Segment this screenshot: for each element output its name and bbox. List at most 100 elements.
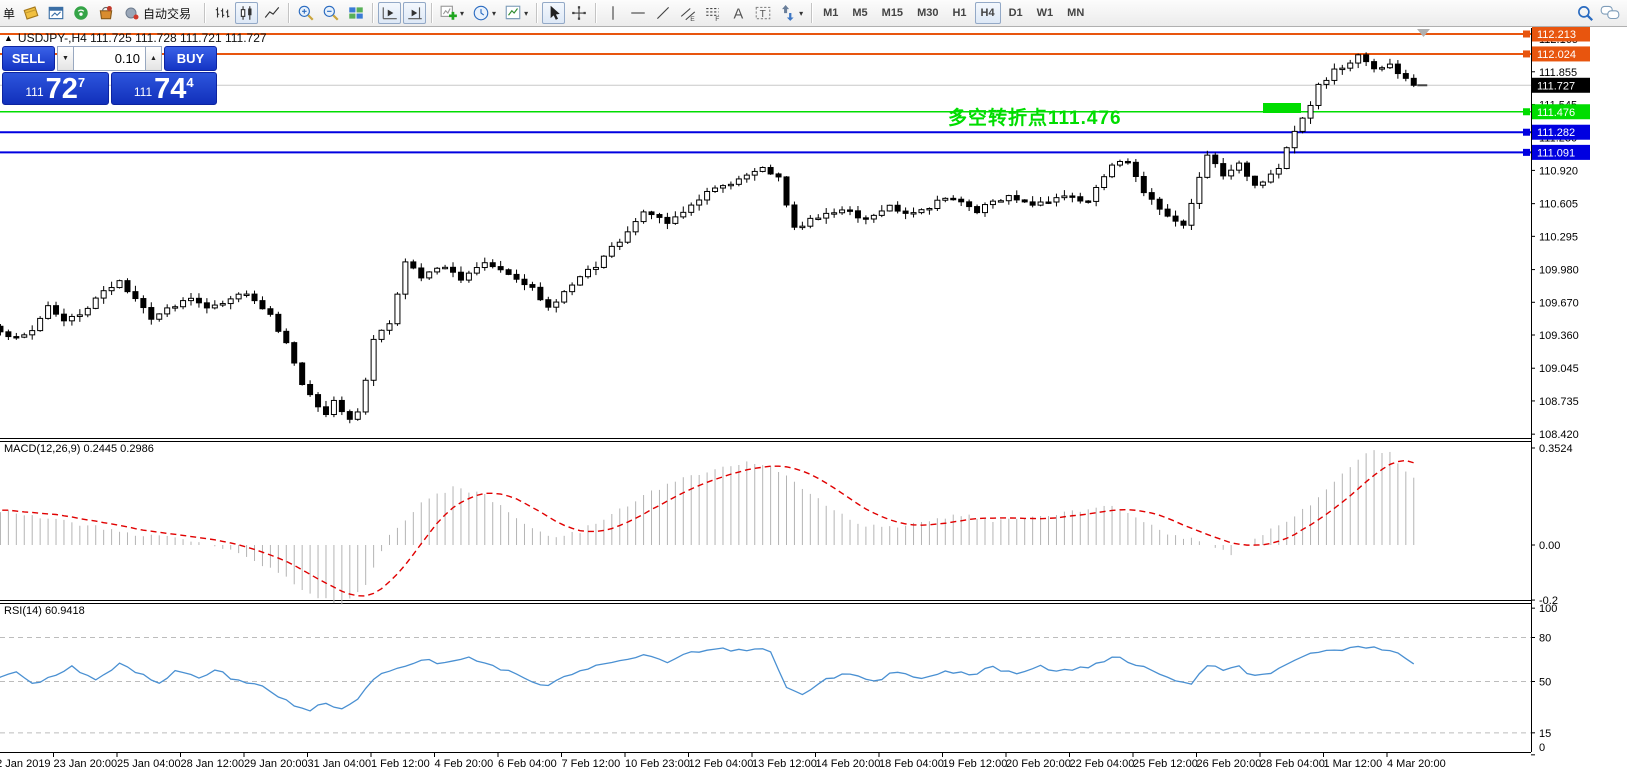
candles — [0, 52, 1416, 423]
chart-title: ▲ USDJPY-,H4 111.725 111.728 111.721 111… — [4, 31, 267, 45]
fibonacci-icon[interactable]: F — [701, 2, 724, 24]
time-axis: 22 Jan 201923 Jan 20:0025 Jan 04:0028 Ja… — [0, 752, 1446, 770]
indicators-button[interactable]: ▾ — [437, 2, 467, 24]
cursor-icon[interactable] — [542, 2, 565, 24]
arrows-button[interactable]: ▾ — [776, 2, 806, 24]
timeframe-m30-button[interactable]: M30 — [911, 2, 944, 24]
volume-increase-button[interactable]: ▲ — [145, 46, 162, 71]
macd-panel: 0.35240.00-0.2 — [0, 443, 1573, 607]
auto-trading-button[interactable]: 自动交易 — [119, 2, 199, 24]
svg-text:31 Jan 04:00: 31 Jan 04:00 — [308, 758, 372, 770]
bar-chart-icon[interactable] — [210, 2, 233, 24]
svg-text:110.295: 110.295 — [1539, 231, 1578, 243]
templates-button[interactable]: ▾ — [501, 2, 531, 24]
crosshair-icon[interactable] — [567, 2, 590, 24]
svg-text:108.420: 108.420 — [1539, 429, 1579, 441]
svg-text:100: 100 — [1539, 603, 1557, 615]
toolbar: 单 自动交易 ▾ ▾ ▾ E F A T ▾ M1M5M15M30H1H4D1W… — [0, 0, 1627, 27]
svg-text:109.360: 109.360 — [1539, 330, 1579, 342]
svg-text:E: E — [690, 16, 695, 22]
candlestick-chart-icon[interactable] — [235, 2, 258, 24]
timeframe-mn-button[interactable]: MN — [1061, 2, 1090, 24]
svg-text:111.727: 111.727 — [1537, 80, 1575, 92]
timeframe-d1-button[interactable]: D1 — [1003, 2, 1029, 24]
svg-text:108.735: 108.735 — [1539, 396, 1579, 408]
vertical-line-icon[interactable] — [601, 2, 624, 24]
chevron-down-icon: ▾ — [524, 9, 528, 18]
svg-text:25 Feb 12:00: 25 Feb 12:00 — [1133, 758, 1198, 770]
symbol-ohlc-text: USDJPY-,H4 111.725 111.728 111.721 111.7… — [18, 31, 267, 45]
timeframe-w1-button[interactable]: W1 — [1031, 2, 1060, 24]
chat-icon[interactable] — [1598, 2, 1622, 24]
svg-text:109.670: 109.670 — [1539, 297, 1579, 309]
search-icon[interactable] — [1573, 2, 1596, 24]
notebook-icon[interactable] — [19, 2, 42, 24]
auto-scroll-icon[interactable] — [378, 2, 401, 24]
svg-text:6 Feb 04:00: 6 Feb 04:00 — [498, 758, 557, 770]
svg-text:22 Feb 04:00: 22 Feb 04:00 — [1070, 758, 1135, 770]
timeframe-h4-button[interactable]: H4 — [975, 2, 1001, 24]
timeframe-m15-button[interactable]: M15 — [876, 2, 909, 24]
chart-canvas[interactable]: 112.165111.855111.545111.230110.920110.6… — [0, 0, 1627, 774]
svg-text:50: 50 — [1539, 677, 1551, 689]
text-icon[interactable]: A — [726, 2, 749, 24]
timeframe-h1-button[interactable]: H1 — [946, 2, 972, 24]
svg-text:10 Feb 23:00: 10 Feb 23:00 — [625, 758, 690, 770]
new-order-button[interactable]: 单 — [0, 5, 18, 22]
buy-button[interactable]: BUY — [164, 46, 217, 71]
chart-window-icon[interactable] — [44, 2, 67, 24]
one-click-toggle-icon[interactable]: ▲ — [4, 33, 13, 43]
sell-button[interactable]: SELL — [2, 46, 55, 71]
market-icon[interactable] — [94, 2, 117, 24]
equidistant-channel-icon[interactable]: E — [676, 2, 699, 24]
svg-text:14 Feb 20:00: 14 Feb 20:00 — [816, 758, 881, 770]
chevron-down-icon: ▾ — [460, 9, 464, 18]
trendline-icon[interactable] — [651, 2, 674, 24]
zoom-in-icon[interactable] — [294, 2, 317, 24]
chevron-down-icon: ▾ — [799, 9, 803, 18]
svg-text:0: 0 — [1539, 742, 1545, 754]
svg-text:1 Mar 12:00: 1 Mar 12:00 — [1324, 758, 1383, 770]
macd-label: MACD(12,26,9) 0.2445 0.2986 — [4, 443, 154, 455]
svg-text:110.605: 110.605 — [1539, 199, 1578, 211]
timeframe-m1-button[interactable]: M1 — [817, 2, 844, 24]
pivot-annotation-text: 多空转折点111.476 — [948, 103, 1122, 130]
sell-price-display[interactable]: 111727 — [2, 72, 109, 105]
rsi-panel: 1008050150 — [0, 603, 1557, 755]
buy-price-display[interactable]: 111744 — [111, 72, 218, 105]
svg-text:13 Feb 12:00: 13 Feb 12:00 — [752, 758, 817, 770]
svg-text:26 Feb 20:00: 26 Feb 20:00 — [1197, 758, 1262, 770]
svg-text:4 Mar 20:00: 4 Mar 20:00 — [1387, 758, 1446, 770]
svg-text:A: A — [733, 7, 743, 22]
svg-text:12 Feb 04:00: 12 Feb 04:00 — [689, 758, 754, 770]
signals-icon[interactable] — [69, 2, 92, 24]
tile-windows-icon[interactable] — [344, 2, 367, 24]
separator — [288, 3, 289, 23]
level-lines — [0, 34, 1531, 152]
periods-button[interactable]: ▾ — [469, 2, 499, 24]
volume-decrease-button[interactable]: ▼ — [57, 46, 74, 71]
text-label-icon[interactable]: T — [751, 2, 774, 24]
separator — [204, 3, 205, 23]
line-chart-icon[interactable] — [260, 2, 283, 24]
zoom-out-icon[interactable] — [319, 2, 342, 24]
horizontal-line-icon[interactable] — [626, 2, 649, 24]
timeframe-m5-button[interactable]: M5 — [846, 2, 873, 24]
svg-text:111.855: 111.855 — [1539, 67, 1577, 79]
svg-text:28 Feb 04:00: 28 Feb 04:00 — [1260, 758, 1325, 770]
svg-text:0.3524: 0.3524 — [1539, 443, 1573, 455]
price-axis-ticks: 112.165111.855111.545111.230110.920110.6… — [1531, 34, 1579, 441]
svg-text:112.213: 112.213 — [1537, 29, 1576, 41]
separator — [431, 3, 432, 23]
chart-shift-icon[interactable] — [403, 2, 426, 24]
green-zone-rect[interactable] — [1263, 103, 1301, 113]
svg-text:111.091: 111.091 — [1537, 147, 1575, 159]
separator — [536, 3, 537, 23]
buy-price-prefix: 111 — [134, 85, 152, 99]
svg-text:111.476: 111.476 — [1537, 107, 1575, 119]
sell-price-prefix: 111 — [25, 85, 43, 99]
svg-text:0.00: 0.00 — [1539, 540, 1560, 552]
svg-text:T: T — [759, 9, 765, 20]
svg-text:112.024: 112.024 — [1537, 49, 1576, 61]
volume-input[interactable]: 0.10 — [74, 46, 145, 71]
